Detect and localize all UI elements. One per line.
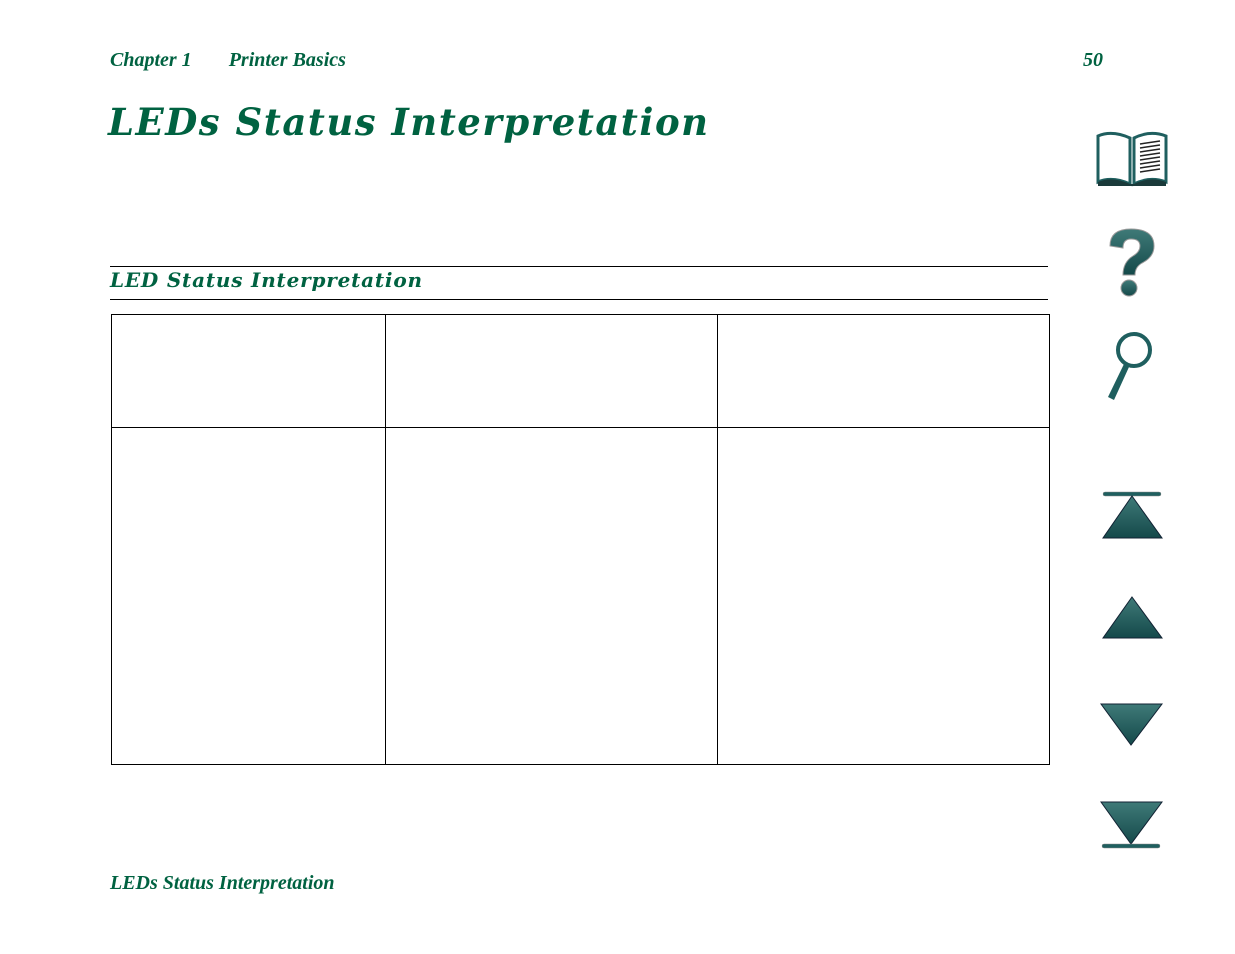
section-top-rule: [110, 266, 1048, 267]
table-row: [111, 314, 1050, 428]
table-cell: [385, 314, 718, 428]
table-row: [111, 427, 1050, 765]
table-cell: [717, 314, 1050, 428]
previous-page-icon[interactable]: [1100, 594, 1164, 642]
first-page-icon[interactable]: [1100, 490, 1164, 542]
table-cell: [385, 427, 718, 765]
help-question-icon[interactable]: [1102, 226, 1162, 298]
chapter-number: Chapter 1: [110, 49, 192, 71]
next-page-icon[interactable]: [1098, 700, 1164, 748]
chapter-title: Printer Basics: [228, 49, 346, 71]
table-cell: [111, 427, 386, 765]
section-bottom-rule: [110, 299, 1048, 300]
section-title: LED Status Interpretation: [110, 268, 423, 292]
running-footer: LEDs Status Interpretation: [110, 872, 335, 894]
running-header: Chapter 1 Printer Basics: [110, 49, 346, 72]
led-status-table: [111, 314, 1050, 765]
table-cell: [111, 314, 386, 428]
contents-book-icon[interactable]: [1094, 128, 1170, 188]
table-cell: [717, 427, 1050, 765]
page-number: 50: [1083, 49, 1103, 71]
search-magnifier-icon[interactable]: [1104, 330, 1164, 404]
page-title: LEDs Status Interpretation: [108, 100, 710, 144]
last-page-icon[interactable]: [1098, 798, 1164, 852]
